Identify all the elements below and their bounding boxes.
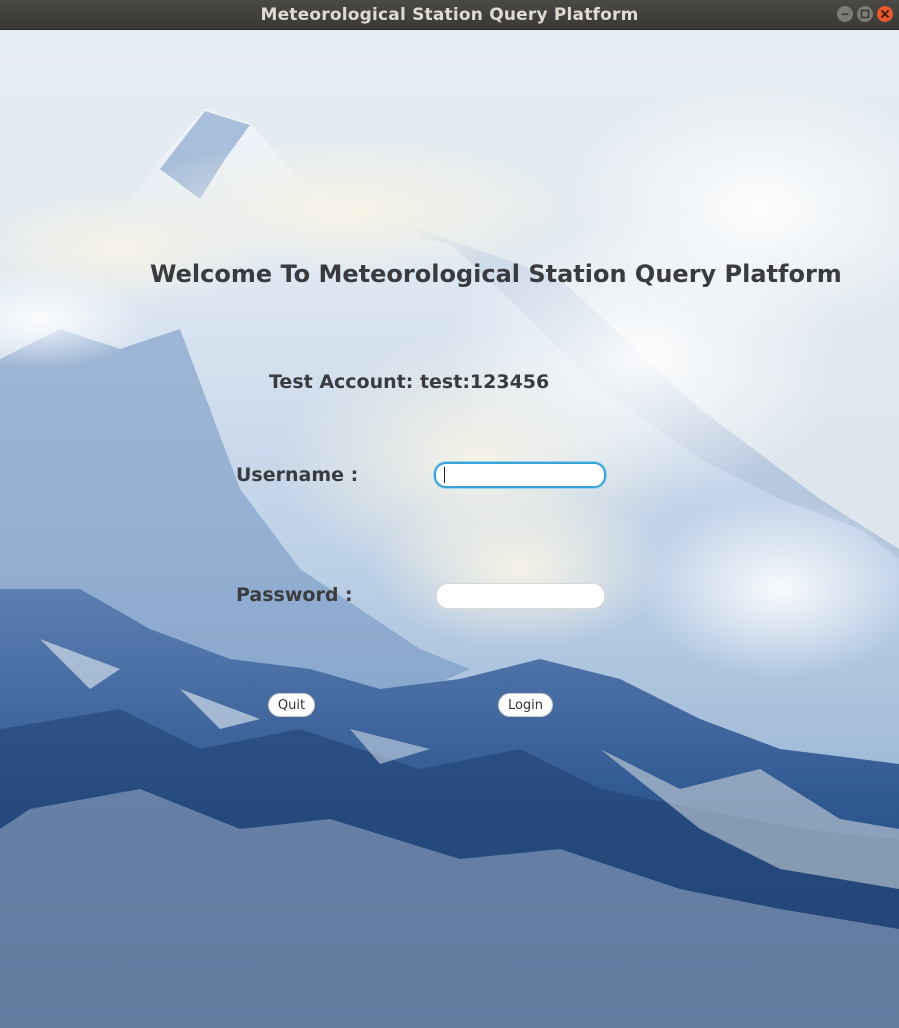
- app-window: Meteorological Station Query Platform We…: [0, 0, 899, 1028]
- username-input[interactable]: [434, 462, 606, 488]
- test-account-hint: Test Account: test:123456: [269, 371, 550, 393]
- password-label: Password :: [236, 584, 353, 606]
- maximize-icon[interactable]: [857, 6, 873, 22]
- close-icon[interactable]: [877, 6, 893, 22]
- minimize-icon[interactable]: [837, 6, 853, 22]
- text-caret: [444, 467, 445, 483]
- welcome-heading: Welcome To Meteorological Station Query …: [150, 260, 842, 288]
- password-input[interactable]: [436, 583, 605, 609]
- mountain-background-image: [0, 29, 899, 1028]
- login-button[interactable]: Login: [498, 693, 553, 717]
- username-label: Username :: [236, 464, 359, 486]
- window-titlebar[interactable]: Meteorological Station Query Platform: [0, 0, 899, 30]
- window-title: Meteorological Station Query Platform: [260, 4, 639, 25]
- quit-button[interactable]: Quit: [268, 693, 315, 717]
